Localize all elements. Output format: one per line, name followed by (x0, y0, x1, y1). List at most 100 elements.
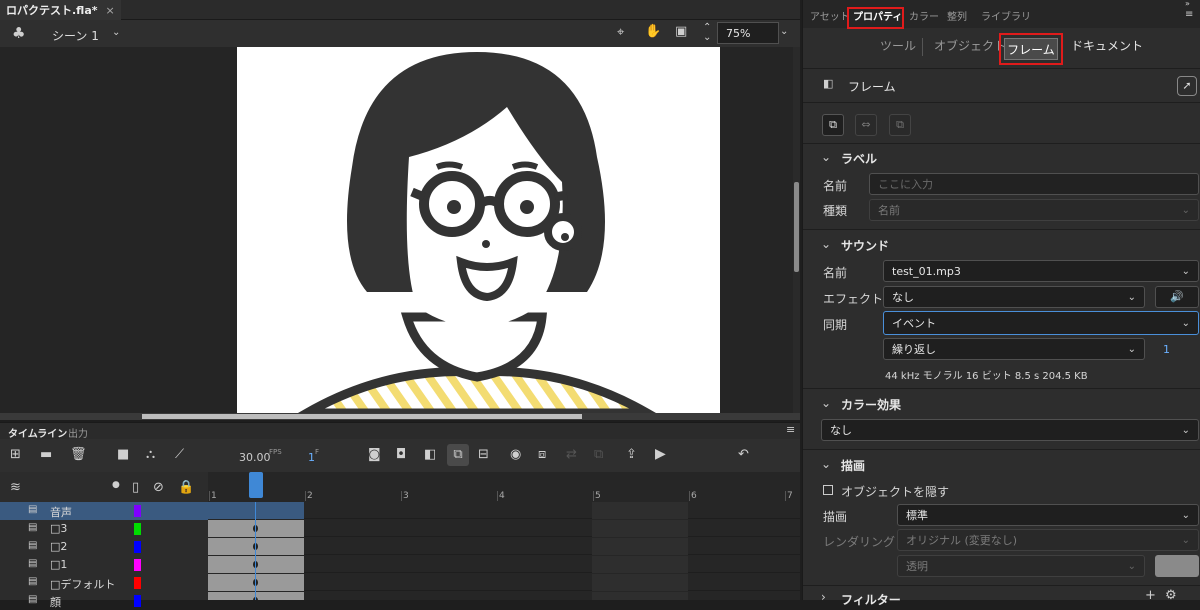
frame-value[interactable]: 1 (308, 451, 315, 464)
layer-color-swatch[interactable] (134, 523, 141, 535)
insert-frame-button[interactable]: ⧉ (447, 444, 469, 466)
layer-row[interactable]: ▤ □2 (0, 538, 208, 556)
layer-row[interactable]: ▤ □デフォルト (0, 574, 208, 592)
panel-menu-icon[interactable]: ≡ (786, 424, 795, 435)
frame-row[interactable] (208, 556, 800, 573)
export-icon[interactable]: ⇪ (626, 448, 637, 461)
copy-frame-button[interactable]: ⧉ (889, 114, 911, 136)
new-layer-icon[interactable]: ⊞ (10, 448, 21, 461)
frame-row[interactable] (208, 592, 800, 600)
zoom-field[interactable]: 75% (717, 22, 779, 44)
draw-section-title[interactable]: 描画 (841, 457, 865, 474)
tween2-icon[interactable]: ⧉ (594, 448, 603, 461)
sound-section-chevron-icon[interactable]: ⌄ (821, 237, 831, 251)
link-frame-button[interactable]: ⇔ (855, 114, 877, 136)
edit-sound-button[interactable]: 🔊 (1155, 286, 1199, 308)
clip-canvas-icon[interactable]: ▣ (675, 25, 687, 38)
playhead[interactable] (249, 472, 263, 502)
sound-section-title[interactable]: サウンド (841, 237, 889, 254)
tab-assets[interactable]: アセット (810, 8, 850, 23)
color-effect-select[interactable]: なし ⌄ (821, 419, 1199, 441)
document-tab[interactable]: ロパクテスト.fla* × (0, 0, 121, 20)
close-icon[interactable]: × (106, 4, 115, 17)
color-section-title[interactable]: カラー効果 (841, 396, 901, 413)
frame-span[interactable] (208, 502, 304, 519)
loop-icon[interactable]: ↶ (738, 448, 749, 461)
onion-skin-icon[interactable]: ◉ (510, 448, 521, 461)
layer-row[interactable]: ▤ 顔 (0, 592, 208, 610)
label-section-title[interactable]: ラベル (841, 150, 877, 167)
sound-name-select[interactable]: test_01.mp3 ⌄ (883, 260, 1199, 282)
play-icon[interactable]: ▶ (655, 447, 666, 461)
sync-select[interactable]: イベント ⌄ (883, 311, 1199, 335)
tab-timeline[interactable]: タイムライン (8, 425, 67, 440)
frame-icon[interactable]: ◧ (424, 448, 436, 461)
tab-document[interactable]: ドキュメント (1071, 37, 1143, 54)
add-filter-icon[interactable]: + (1145, 589, 1156, 602)
new-folder-icon[interactable]: ▬ (40, 448, 52, 461)
fps-value[interactable]: 30.00 (239, 451, 271, 464)
filter-section-chevron-icon[interactable]: › (821, 590, 826, 604)
repeat-count[interactable]: 1 (1163, 343, 1170, 356)
frame-row[interactable] (208, 520, 800, 537)
keyframe-icon[interactable]: ◙ (368, 448, 381, 461)
tab-library[interactable]: ライブラリ (981, 8, 1031, 23)
frame-grid[interactable]: 1 2 3 4 5 6 7 (208, 472, 800, 600)
tab-frame[interactable]: フレーム (999, 33, 1063, 65)
edit-multiple-icon[interactable]: ⧈ (538, 448, 546, 461)
color-section-chevron-icon[interactable]: ⌄ (821, 396, 831, 410)
tab-output[interactable]: 出力 (68, 425, 88, 440)
layer-color-swatch[interactable] (134, 577, 141, 589)
vertical-scroll-thumb[interactable] (794, 182, 799, 272)
parent-view-icon[interactable]: ⛬ (146, 448, 155, 461)
draw-section-chevron-icon[interactable]: ⌄ (821, 457, 831, 471)
tab-align[interactable]: 整列 (947, 8, 967, 23)
frame-row[interactable] (208, 574, 800, 591)
zoom-chevron-down-icon[interactable]: ⌄ (780, 26, 788, 37)
layer-row[interactable]: ▤ □1 (0, 556, 208, 574)
snap-icon[interactable]: ⌖ (617, 26, 624, 39)
graph-icon[interactable]: ⟋ (175, 448, 184, 461)
camera-icon[interactable]: ■ (117, 448, 129, 461)
layer-color-swatch[interactable] (134, 541, 141, 553)
tab-tool[interactable]: ツール (880, 37, 916, 54)
draw-select[interactable]: 標準 ⌄ (897, 504, 1199, 526)
swap-frame-button[interactable]: ⧉ (822, 114, 844, 136)
outline-icon[interactable]: ▯ (132, 481, 139, 494)
render-select[interactable]: オリジナル (変更なし) ⌄ (897, 529, 1199, 551)
horizontal-scroll-thumb[interactable] (142, 414, 582, 419)
repeat-select[interactable]: 繰り返し ⌄ (883, 338, 1145, 360)
remove-frame-icon[interactable]: ⊟ (478, 448, 489, 461)
delete-icon[interactable]: 🗑 (70, 448, 87, 461)
canvas[interactable] (237, 47, 720, 413)
label-name-input[interactable]: ここに入力 (869, 173, 1199, 195)
filter-settings-icon[interactable]: ⚙ (1165, 589, 1177, 602)
frame-row[interactable] (208, 538, 800, 555)
effect-select[interactable]: なし ⌄ (883, 286, 1145, 308)
label-type-select[interactable]: 名前 ⌄ (869, 199, 1199, 221)
panel-menu-icon[interactable]: ≡ (1185, 10, 1193, 20)
background-color-swatch[interactable] (1155, 555, 1199, 577)
scene-icon[interactable]: ♣ (12, 26, 25, 41)
help-button[interactable]: ➚ (1177, 76, 1197, 96)
horizontal-scrollbar[interactable] (0, 413, 800, 420)
blank-keyframe-icon[interactable]: ◘ (396, 448, 406, 461)
layer-color-swatch[interactable] (134, 595, 141, 607)
collapse-icon[interactable]: » (1185, 0, 1190, 8)
vertical-scrollbar[interactable] (793, 47, 800, 413)
show-dot-icon[interactable]: ● (112, 481, 120, 490)
hide-object-checkbox[interactable] (823, 485, 833, 495)
transparent-select[interactable]: 透明 ⌄ (897, 555, 1145, 577)
zoom-stepper-icon[interactable]: ⌃ ⌄ (703, 23, 711, 43)
layer-row[interactable]: ▤ 音声 (0, 502, 208, 520)
hide-object-label[interactable]: オブジェクトを隠す (841, 483, 949, 500)
label-section-chevron-icon[interactable]: ⌄ (821, 150, 831, 164)
tab-object[interactable]: オブジェクト (934, 37, 1006, 54)
scene-label[interactable]: シーン 1 (52, 27, 99, 44)
lock-icon[interactable]: 🔒 (178, 481, 194, 494)
visibility-icon[interactable]: ⊘ (153, 481, 164, 494)
scene-chevron-down-icon[interactable]: ⌄ (112, 27, 120, 38)
layer-row[interactable]: ▤ □3 (0, 520, 208, 538)
tween-icon[interactable]: ⇄ (566, 448, 577, 461)
layer-color-swatch[interactable] (134, 505, 141, 517)
